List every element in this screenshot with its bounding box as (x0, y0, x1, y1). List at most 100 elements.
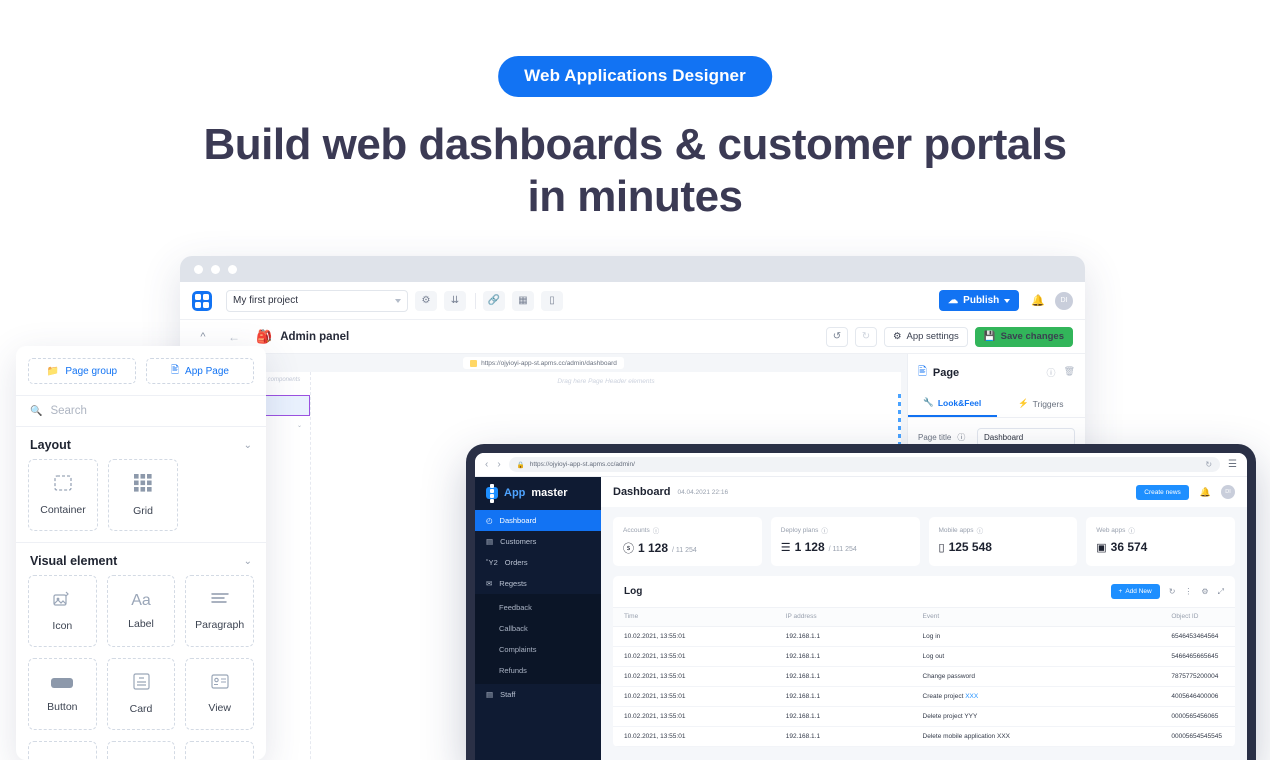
appmaster-logo-icon[interactable] (192, 290, 212, 311)
help-icon[interactable]: ⓘ (957, 432, 965, 443)
component-tile-label: Grid (133, 504, 153, 517)
chevron-down-icon[interactable]: ⌄ (297, 422, 302, 429)
cell-object-id: 6546453464564 (1160, 626, 1235, 647)
sidebar-item-label: Orders (504, 558, 528, 567)
component-tile-label: Card (129, 703, 153, 715)
mobile-icon[interactable]: ▯ (541, 290, 563, 311)
columns-icon[interactable]: ⋮ (1184, 587, 1192, 596)
component-tile-list[interactable] (106, 741, 176, 760)
component-tile-label[interactable]: Aa Label (106, 575, 176, 647)
maximize-dot-icon[interactable] (228, 264, 237, 274)
help-icon[interactable]: ⓘ (821, 525, 828, 535)
redo-button[interactable]: ↻ (854, 326, 877, 347)
table-row[interactable]: 10.02.2021, 13:55:01 192.168.1.1 Change pa… (613, 666, 1235, 687)
table-row[interactable]: 10.02.2021, 13:55:01 192.168.1.1 Log in 654… (613, 626, 1235, 647)
user-circle-icon: ⓢ (623, 543, 634, 555)
section-header-visual-element[interactable]: Visual element ⌄ (16, 543, 266, 575)
undo-button[interactable]: ↺ (825, 326, 848, 347)
brand-part1: App (504, 487, 526, 499)
help-icon[interactable]: ⓘ (1128, 525, 1135, 535)
settings-icon[interactable]: ⚙ (1201, 587, 1208, 596)
table-row[interactable]: 10.02.2021, 13:55:01 192.168.1.1 Create pr… (613, 686, 1235, 707)
properties-actions: ⓘ 🗑 (1047, 366, 1075, 379)
help-icon[interactable]: ⓘ (653, 525, 660, 535)
section-title: Visual element (30, 554, 118, 568)
component-tile-view[interactable]: View (185, 658, 255, 730)
page-group-button[interactable]: 📁 Page group (28, 358, 136, 384)
component-tile-table[interactable] (28, 741, 97, 760)
app-settings-button[interactable]: ⚙ App settings (883, 326, 968, 347)
log-column-header[interactable]: Time (613, 607, 775, 627)
tab-triggers[interactable]: ⚡ Triggers (997, 391, 1086, 417)
section-header-layout[interactable]: Layout ⌄ (16, 427, 266, 459)
component-tile-piechart[interactable] (185, 741, 255, 760)
trash-icon[interactable]: 🗑 (1064, 366, 1075, 379)
reload-icon[interactable]: ↻ (1205, 460, 1212, 469)
sidebar-item-customers[interactable]: ▤ Customers (475, 531, 601, 552)
sidebar-subitem-callback[interactable]: Callback (475, 618, 601, 639)
preview-header: Dashboard 04.04.2021 22:16 Create news 🔔… (601, 477, 1247, 507)
canvas-url[interactable]: https://ojyioyi-app-st.apms.cc/admin/das… (463, 357, 624, 369)
close-dot-icon[interactable] (194, 264, 203, 274)
table-row[interactable]: 10.02.2021, 13:55:01 192.168.1.1 Log out 54… (613, 646, 1235, 667)
app-page-button[interactable]: 🖹 App Page (146, 358, 254, 384)
log-column-header[interactable]: IP address (774, 607, 912, 627)
tab-look-and-feel[interactable]: 🔧 Look&Feel (908, 391, 997, 417)
avatar[interactable]: DI (1221, 485, 1235, 499)
help-icon[interactable]: ⓘ (977, 525, 984, 535)
log-column-header[interactable]: Object ID (1160, 607, 1235, 627)
table-row[interactable]: 10.02.2021, 13:55:01 192.168.1.1 Delete pr… (613, 706, 1235, 727)
paragraph-icon (210, 592, 229, 611)
component-tile-card[interactable]: Card (106, 658, 176, 730)
desktop-icon[interactable]: ▦ (512, 290, 534, 311)
project-select[interactable]: My first project (226, 289, 408, 312)
create-news-button[interactable]: Create news (1136, 484, 1189, 500)
collapse-icon[interactable]: ^ (192, 331, 214, 343)
project-select-value: My first project (233, 295, 299, 306)
sidebar-subitem-refunds[interactable]: Refunds (475, 660, 601, 681)
component-tile-container[interactable]: Container (28, 459, 98, 531)
search-input[interactable]: 🔍 Search (16, 395, 266, 427)
chevron-down-icon[interactable]: ⌄ (244, 440, 252, 451)
event-link[interactable]: XXX (965, 693, 978, 700)
sidebar-item-regests[interactable]: ✉ Regests (475, 573, 601, 594)
minimize-dot-icon[interactable] (211, 264, 220, 274)
avatar[interactable]: DI (1055, 291, 1073, 310)
chevron-down-icon[interactable]: ⌄ (244, 556, 252, 567)
component-tile-button[interactable]: Button (28, 658, 97, 730)
sidebar-item-orders[interactable]: Ὕ2 Orders (475, 552, 601, 573)
forward-icon[interactable]: › (497, 459, 500, 470)
expand-icon[interactable]: ⤢ (1218, 587, 1224, 597)
back-icon[interactable]: ‹ (485, 459, 488, 470)
bell-icon[interactable]: 🔔 (1200, 487, 1211, 498)
log-column-header[interactable]: Event (911, 607, 1161, 627)
table-row[interactable]: 10.02.2021, 13:55:01 192.168.1.1 Delete mo… (613, 726, 1235, 747)
bell-icon[interactable]: 🔔 (1031, 294, 1045, 307)
gear-icon: ⚙ (892, 331, 902, 342)
sidebar-subitem-feedback[interactable]: Feedback (475, 597, 601, 618)
sidebar-item-staff[interactable]: ▤ Staff (475, 684, 601, 705)
refresh-icon[interactable]: ↻ (1169, 587, 1176, 596)
card-icon (132, 673, 150, 695)
menu-icon[interactable]: ☰ (1228, 459, 1237, 470)
publish-button[interactable]: ☁ Publish (939, 290, 1020, 311)
back-arrow-icon[interactable]: ← (228, 330, 240, 344)
share-icon[interactable]: ⇊ (444, 290, 466, 311)
component-tile-paragraph[interactable]: Paragraph (185, 575, 255, 647)
app-page-label: App Page (185, 365, 229, 377)
sidebar-item-dashboard[interactable]: ◴ Dashboard (475, 510, 601, 531)
folder-icon: 📁 (46, 365, 60, 377)
component-tile-grid[interactable]: Grid (108, 459, 178, 531)
preview-url-bar[interactable]: 🔒 https://ojyioyi-app-st.apms.cc/admin/ … (508, 457, 1221, 472)
save-changes-button[interactable]: 💾 Save changes (974, 326, 1073, 347)
sidebar-subitem-complaints[interactable]: Complaints (475, 639, 601, 660)
link-icon[interactable]: 🔗 (483, 290, 505, 311)
component-tile-icon[interactable]: Icon (28, 575, 97, 647)
properties-header: 🖹 Page ⓘ 🗑 (908, 354, 1085, 391)
cell-ip: 192.168.1.1 (774, 646, 912, 667)
cloud-upload-icon: ☁ (948, 295, 959, 306)
component-tile-label: Button (47, 701, 78, 713)
add-new-button[interactable]: + Add New (1110, 584, 1160, 599)
help-icon[interactable]: ⓘ (1047, 366, 1056, 379)
gear-icon[interactable]: ⚙ (415, 290, 437, 311)
